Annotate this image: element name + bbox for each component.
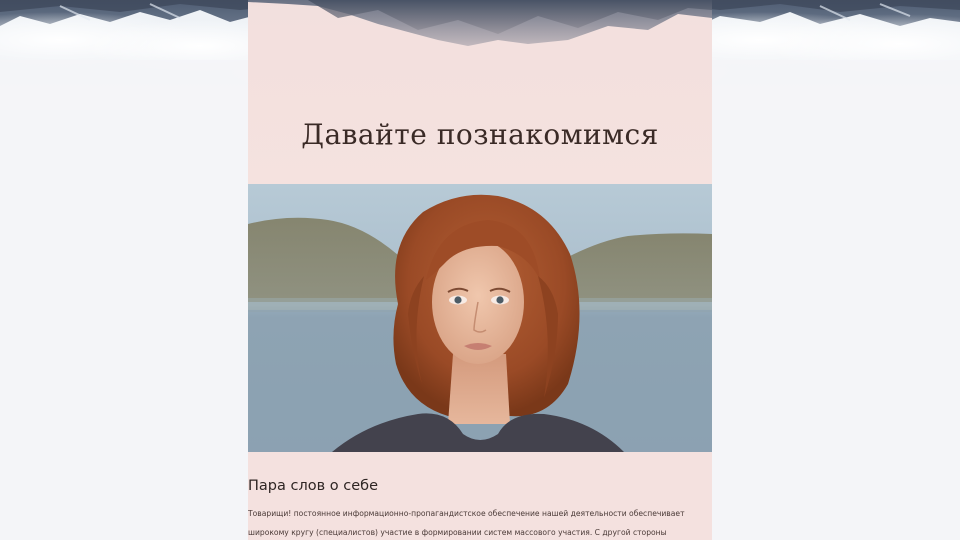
page-title: Давайте познакомимся bbox=[301, 118, 659, 151]
portrait-photo bbox=[248, 184, 712, 452]
about-heading: Пара слов о себе bbox=[248, 478, 378, 494]
card-header-background bbox=[248, 0, 712, 184]
about-text: Товарищи! постоянное информационно-пропа… bbox=[248, 509, 685, 537]
about-card: Давайте познакомимся Пара слов о себе То… bbox=[248, 0, 712, 540]
page: Давайте познакомимся Пара слов о себе То… bbox=[0, 0, 960, 540]
portrait bbox=[248, 184, 712, 452]
card-header: Давайте познакомимся bbox=[248, 0, 712, 184]
